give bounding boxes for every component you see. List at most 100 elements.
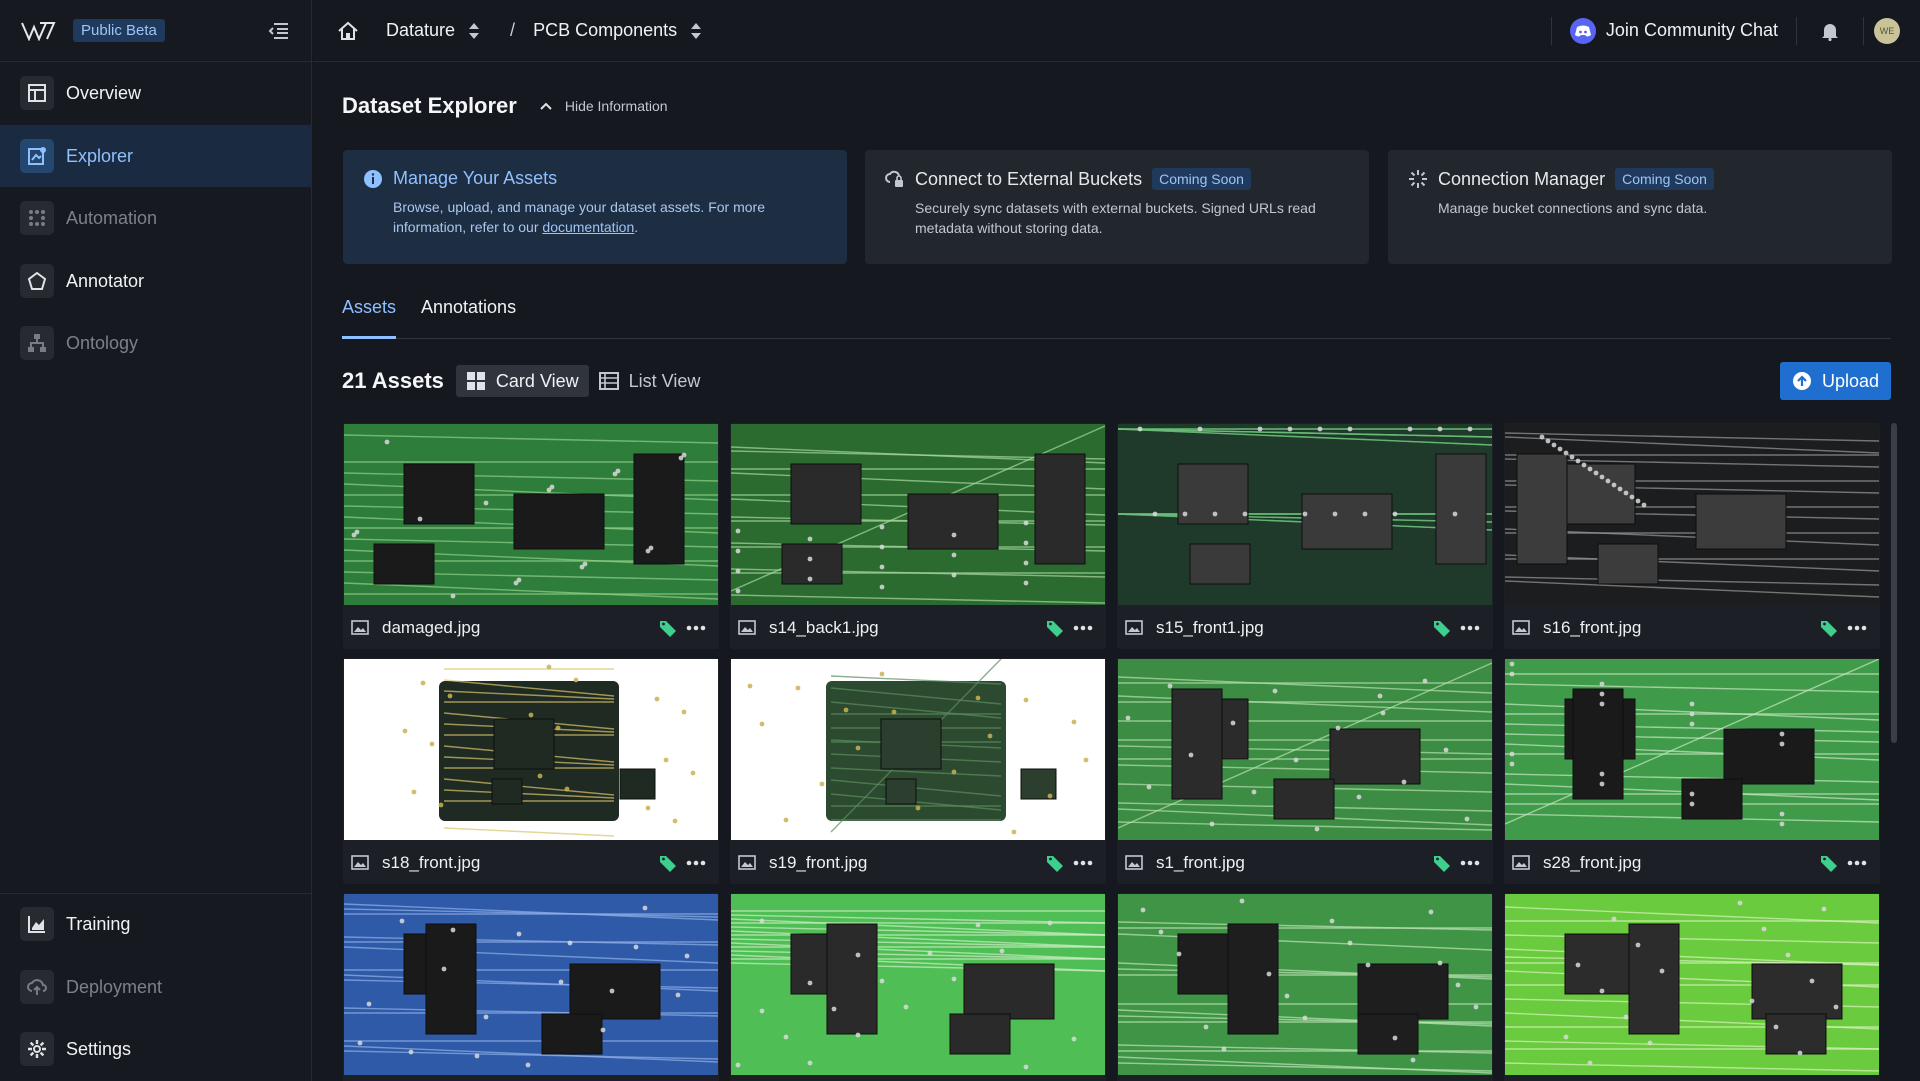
documentation-link[interactable]: documentation: [542, 219, 634, 235]
cloud-lock-icon: [885, 170, 903, 187]
asset-card[interactable]: s1_front.jpg: [1117, 658, 1493, 884]
divider: [1863, 16, 1864, 45]
pcb-image: [344, 894, 718, 1075]
pcb-image: [731, 894, 1105, 1075]
asset-thumbnail[interactable]: [731, 894, 1105, 1075]
user-avatar[interactable]: WE: [1874, 17, 1900, 44]
more-options-icon[interactable]: [1459, 854, 1481, 872]
asset-footer: s14_back1.jpg: [730, 606, 1106, 649]
manage-assets-card: Manage Your Assets Browse, upload, and m…: [343, 150, 847, 264]
asset-filename: s19_front.jpg: [769, 852, 868, 872]
asset-card[interactable]: s14_back1.jpg: [730, 423, 1106, 649]
ontology-icon: [20, 326, 54, 360]
tab-annotations[interactable]: Annotations: [421, 295, 516, 339]
asset-thumbnail[interactable]: [344, 894, 718, 1075]
sidebar-item-label: Annotator: [66, 270, 145, 291]
asset-footer: s18_front.jpg: [343, 841, 719, 884]
sidebar-item-training[interactable]: Training: [0, 893, 312, 955]
more-options-icon[interactable]: [1846, 854, 1868, 872]
pcb-image: [1505, 659, 1879, 840]
asset-card[interactable]: s18_front.jpg: [343, 658, 719, 884]
tag-icon[interactable]: [1046, 619, 1064, 637]
tag-icon[interactable]: [659, 619, 677, 637]
sidebar-item-deployment[interactable]: Deployment: [0, 956, 312, 1018]
asset-footer: s15_front1.jpg: [1117, 606, 1493, 649]
asset-thumbnail[interactable]: [344, 424, 718, 605]
asset-card[interactable]: s19_front.jpg: [730, 658, 1106, 884]
image-icon: [351, 855, 371, 871]
grid-scrollbar[interactable]: [1891, 423, 1897, 743]
sidebar-item-overview[interactable]: Overview: [0, 62, 312, 124]
hide-information-button[interactable]: Hide Information: [539, 98, 668, 114]
list-view-button[interactable]: List View: [589, 365, 711, 397]
join-community-chat-button[interactable]: Join Community Chat: [1569, 17, 1778, 44]
notifications-bell-icon[interactable]: [1819, 20, 1841, 42]
image-icon: [738, 620, 758, 636]
card-description-suffix: .: [634, 219, 639, 235]
sidebar-item-ontology[interactable]: Ontology: [0, 312, 312, 374]
upload-button[interactable]: Upload: [1779, 362, 1891, 400]
sidebar-item-settings[interactable]: Settings: [0, 1018, 312, 1080]
asset-card[interactable]: s15_front1.jpg: [1117, 423, 1493, 649]
asset-card[interactable]: [343, 893, 719, 1081]
asset-thumbnail[interactable]: [1505, 424, 1879, 605]
asset-thumbnail[interactable]: [1505, 894, 1879, 1075]
sort-arrows-icon: [468, 22, 480, 40]
asset-filename: s15_front1.jpg: [1156, 617, 1264, 637]
tag-icon[interactable]: [1820, 619, 1838, 637]
upload-label: Upload: [1821, 370, 1879, 391]
breadcrumb-label: Datature: [386, 20, 456, 40]
sidebar-item-automation[interactable]: Automation: [0, 187, 312, 249]
asset-thumbnail[interactable]: [1118, 894, 1492, 1075]
datature-logo-icon[interactable]: [20, 20, 56, 42]
asset-thumbnail[interactable]: [731, 424, 1105, 605]
asset-thumbnail[interactable]: [1505, 659, 1879, 840]
settings-icon: [20, 1032, 54, 1066]
asset-thumbnail[interactable]: [731, 659, 1105, 840]
asset-card[interactable]: [730, 893, 1106, 1081]
tag-icon[interactable]: [1433, 619, 1451, 637]
sidebar-item-explorer[interactable]: Explorer: [0, 125, 312, 187]
view-toggle: Card View List View: [455, 365, 711, 397]
tag-icon[interactable]: [659, 854, 677, 872]
breadcrumb-workspace[interactable]: Datature: [386, 20, 480, 41]
more-options-icon[interactable]: [1072, 854, 1094, 872]
card-view-button[interactable]: Card View: [455, 365, 589, 397]
asset-card[interactable]: s28_front.jpg: [1504, 658, 1880, 884]
more-options-icon[interactable]: [1846, 619, 1868, 637]
coming-soon-badge: Coming Soon: [1152, 168, 1251, 190]
coming-soon-badge: Coming Soon: [1615, 168, 1714, 190]
pcb-image: [1118, 424, 1492, 605]
more-options-icon[interactable]: [685, 854, 707, 872]
image-icon: [1512, 620, 1532, 636]
asset-card[interactable]: damaged.jpg: [343, 423, 719, 649]
tag-icon[interactable]: [1433, 854, 1451, 872]
breadcrumb-project[interactable]: PCB Components: [533, 20, 702, 41]
card-title: Manage Your Assets: [393, 168, 558, 188]
asset-thumbnail[interactable]: [1118, 659, 1492, 840]
asset-card[interactable]: s16_front.jpg: [1504, 423, 1880, 649]
image-icon: [1125, 620, 1145, 636]
more-options-icon[interactable]: [1072, 619, 1094, 637]
asset-footer: s1_front.jpg: [1117, 841, 1493, 884]
card-title: Connection Manager: [1438, 168, 1606, 189]
asset-card[interactable]: [1117, 893, 1493, 1081]
asset-thumbnail[interactable]: [1118, 424, 1492, 605]
more-options-icon[interactable]: [1459, 619, 1481, 637]
external-buckets-card: Connect to External Buckets Coming Soon …: [865, 150, 1369, 264]
home-icon[interactable]: [335, 18, 361, 44]
sidebar-header: Public Beta: [0, 0, 311, 62]
sidebar-item-annotator[interactable]: Annotator: [0, 250, 312, 312]
tag-icon[interactable]: [1820, 854, 1838, 872]
divider: [1796, 16, 1797, 45]
community-chat-label: Join Community Chat: [1605, 20, 1778, 40]
more-options-icon[interactable]: [685, 619, 707, 637]
divider: [1550, 16, 1552, 45]
tag-icon[interactable]: [1046, 854, 1064, 872]
collapse-sidebar-icon[interactable]: [267, 19, 291, 43]
sidebar-item-label: Automation: [66, 207, 158, 228]
asset-card[interactable]: [1504, 893, 1880, 1081]
asset-thumbnail[interactable]: [344, 659, 718, 840]
tab-assets[interactable]: Assets: [342, 295, 397, 339]
asset-footer: [1117, 1076, 1493, 1081]
